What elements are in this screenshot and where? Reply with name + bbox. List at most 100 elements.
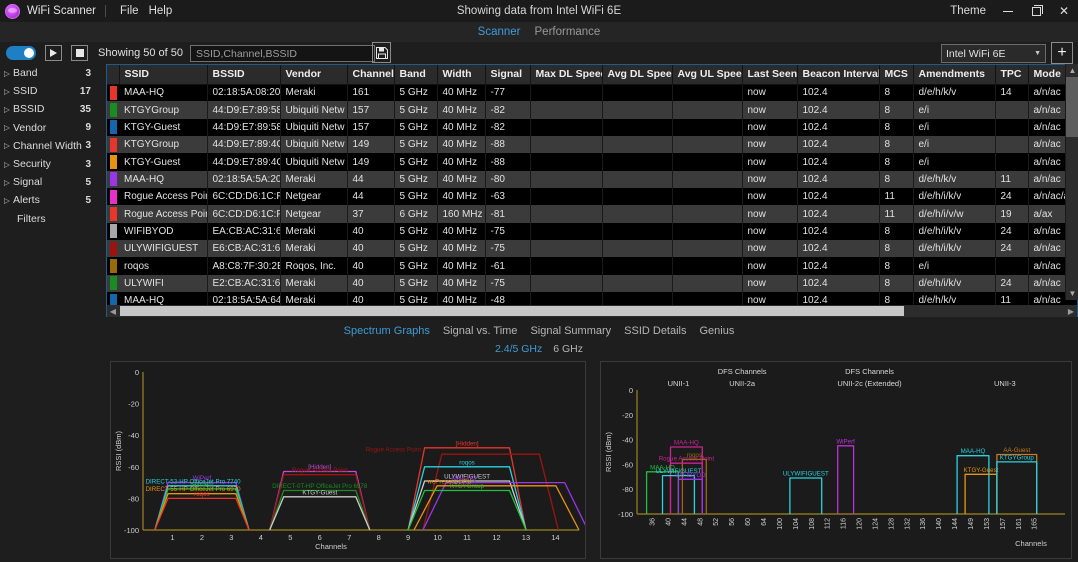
cell-tpc [995,153,1029,171]
subtab-6ghz[interactable]: 6 GHz [553,343,583,355]
play-button[interactable] [45,45,62,61]
subtab-24-5ghz[interactable]: 2.4/5 GHz [495,343,542,355]
table-vertical-scrollbar[interactable]: ▲ ▼ [1065,64,1078,300]
table-row[interactable]: ULYWIFIE2:CB:AC:31:64:88Meraki405 GHz40 … [107,274,1077,293]
tab-ssid-details[interactable]: SSID Details [624,325,686,337]
table-row[interactable]: MAA-HQ02:18:5A:5A:20:50Meraki445 GHz40 M… [107,170,1077,189]
svg-text:-80: -80 [128,494,139,503]
table-row[interactable]: Rogue Access Point6C:CD:D6:1C:FF:A5Netge… [107,205,1077,223]
sidebar-item-signal[interactable]: ▷ Signal 5 [0,173,101,191]
cell-amendments: d/e/h/k/v [913,170,996,189]
scroll-right-icon[interactable]: ▶ [1065,305,1077,317]
scan-toggle[interactable] [6,46,36,60]
svg-text:157: 157 [1000,518,1007,530]
table-column-max-dl-speed[interactable]: Max DL Speed [530,65,603,85]
cell-beacon: 102.4 [797,257,880,275]
cell-max-dl [530,274,603,293]
table-row[interactable]: KTGYGroup44:D9:E7:89:4C:D1Ubiquiti Netw1… [107,136,1077,154]
cell-amendments: d/e/h/i/k/v [913,222,996,241]
table-row[interactable]: KTGY-Guest44:D9:E7:89:58:50Ubiquiti Netw… [107,118,1077,137]
cell-max-dl [530,101,603,119]
table-column-avg-dl-speed[interactable]: Avg DL Speed [602,65,673,85]
cell-beacon: 102.4 [797,188,880,206]
access-point-table[interactable]: SSID BSSID Vendor Channel Band Width Signal Max… [106,64,1078,317]
table-row[interactable]: MAA-HQ02:18:5A:08:20:C0Meraki1615 GHz40 … [107,84,1077,102]
table-horizontal-scrollbar[interactable]: ◀ ▶ [107,305,1077,317]
table-column-band[interactable]: Band [394,65,438,85]
table-column-signal[interactable]: Signal [485,65,531,85]
svg-text:ULYWIFIGUEST: ULYWIFIGUEST [783,471,829,478]
sidebar-item-ssid[interactable]: ▷ SSID 17 [0,82,101,100]
cell-mcs: 8 [879,84,914,102]
table-row[interactable]: KTGYGroup44:D9:E7:89:58:51Ubiquiti Netw1… [107,101,1077,119]
table-column-bssid[interactable]: BSSID [207,65,281,85]
cell-max-dl [530,118,603,137]
vertical-scroll-thumb[interactable] [1066,77,1078,137]
table-row[interactable]: ULYWIFIGUESTE6:CB:AC:31:64:88Meraki405 G… [107,240,1077,258]
sidebar-item-channel-width[interactable]: ▷ Channel Width 3 [0,137,101,155]
sidebar-item-security[interactable]: ▷ Security 3 [0,155,101,173]
table-column-mcs[interactable]: MCS [879,65,914,85]
cell-band: 5 GHz [394,136,438,154]
sidebar-item-bssid[interactable]: ▷ BSSID 35 [0,100,101,118]
cell-amendments: e/i [913,136,996,154]
table-column-ssid[interactable]: SSID [119,65,208,85]
maximize-button[interactable] [1022,0,1050,22]
horizontal-scroll-thumb[interactable] [120,306,904,316]
cell-avg-ul [672,240,743,258]
add-adapter-button[interactable]: + [1051,42,1073,64]
chevron-right-icon: ▷ [4,86,10,96]
cell-tpc: 24 [995,274,1029,293]
cell-beacon: 102.4 [797,222,880,241]
table-column-width[interactable]: Width [437,65,486,85]
table-column-last-seen[interactable]: Last Seen [742,65,798,85]
tab-genius[interactable]: Genius [700,325,735,337]
table-header-row: SSID BSSID Vendor Channel Band Width Signal Max… [107,65,1077,85]
table-column-tpc[interactable]: TPC [995,65,1029,85]
stop-button[interactable] [71,45,88,61]
cell-mcs: 11 [879,205,914,223]
adapter-select[interactable]: Intel WiFi 6E ▼ [941,44,1046,63]
table-column-vendor[interactable]: Vendor [280,65,348,85]
menu-file[interactable]: File [115,3,144,19]
minimize-button[interactable] [994,0,1022,22]
table-column-beacon-interval[interactable]: Beacon Interval [797,65,880,85]
sidebar-item-vendor[interactable]: ▷ Vendor 9 [0,119,101,137]
cell-band: 5 GHz [394,101,438,119]
sidebar-item-alerts[interactable]: ▷ Alerts 5 [0,191,101,209]
spectrum-chart-24ghz[interactable]: 0 -20 -40 -60 -80 -100 RSSI (dBm) 1 2 3 4 5 6 7 8 9 10 11… [110,361,586,559]
theme-button[interactable]: Theme [942,5,994,17]
sidebar-item-band[interactable]: ▷ Band 3 [0,64,101,82]
chevron-right-icon: ▷ [4,159,10,169]
tab-signal-summary[interactable]: Signal Summary [530,325,611,337]
cell-amendments: d/e/h/i/k/v [913,188,996,206]
table-row[interactable]: Rogue Access Point6C:CD:D6:1C:FF:A7Netge… [107,188,1077,206]
sidebar-item-count: 3 [85,140,91,152]
cell-last-seen: now [742,274,798,293]
scroll-left-icon[interactable]: ◀ [107,305,119,317]
tab-scanner[interactable]: Scanner [478,26,521,38]
search-input[interactable] [190,45,375,62]
scroll-down-icon[interactable]: ▼ [1066,287,1078,300]
cell-vendor: Netgear [280,205,348,223]
sidebar-item-filters[interactable]: Filters [0,210,101,228]
save-button[interactable] [372,42,391,63]
cell-avg-ul [672,101,743,119]
cell-vendor: Roqos, Inc. [280,257,348,275]
tab-signal-vs-time[interactable]: Signal vs. Time [443,325,518,337]
table-column-channel[interactable]: Channel [347,65,395,85]
scroll-up-icon[interactable]: ▲ [1066,64,1078,77]
tab-spectrum-graphs[interactable]: Spectrum Graphs [344,325,430,337]
sidebar-item-label: BSSID [13,103,45,116]
table-row[interactable]: KTGY-Guest44:D9:E7:89:4C:D0Ubiquiti Netw… [107,153,1077,171]
menu-help[interactable]: Help [144,3,178,19]
cell-max-dl [530,240,603,258]
spectrum-chart-5ghz[interactable]: 0 -20 -40 -60 -80 -100 RSSI (dBm) 36 40 44 48 52 56 6… [600,361,1072,559]
table-row[interactable]: WIFIBYODEA:CB:AC:31:64:88Meraki405 GHz40… [107,222,1077,241]
tab-performance[interactable]: Performance [535,26,601,38]
svg-text:roqos: roqos [194,491,209,498]
close-button[interactable]: ✕ [1050,0,1078,22]
table-row[interactable]: roqosA8:C8:7F:30:2E:7BRoqos, Inc.405 GHz… [107,257,1077,275]
table-column-amendments[interactable]: Amendments [913,65,996,85]
table-column-avg-ul-speed[interactable]: Avg UL Speed [672,65,743,85]
